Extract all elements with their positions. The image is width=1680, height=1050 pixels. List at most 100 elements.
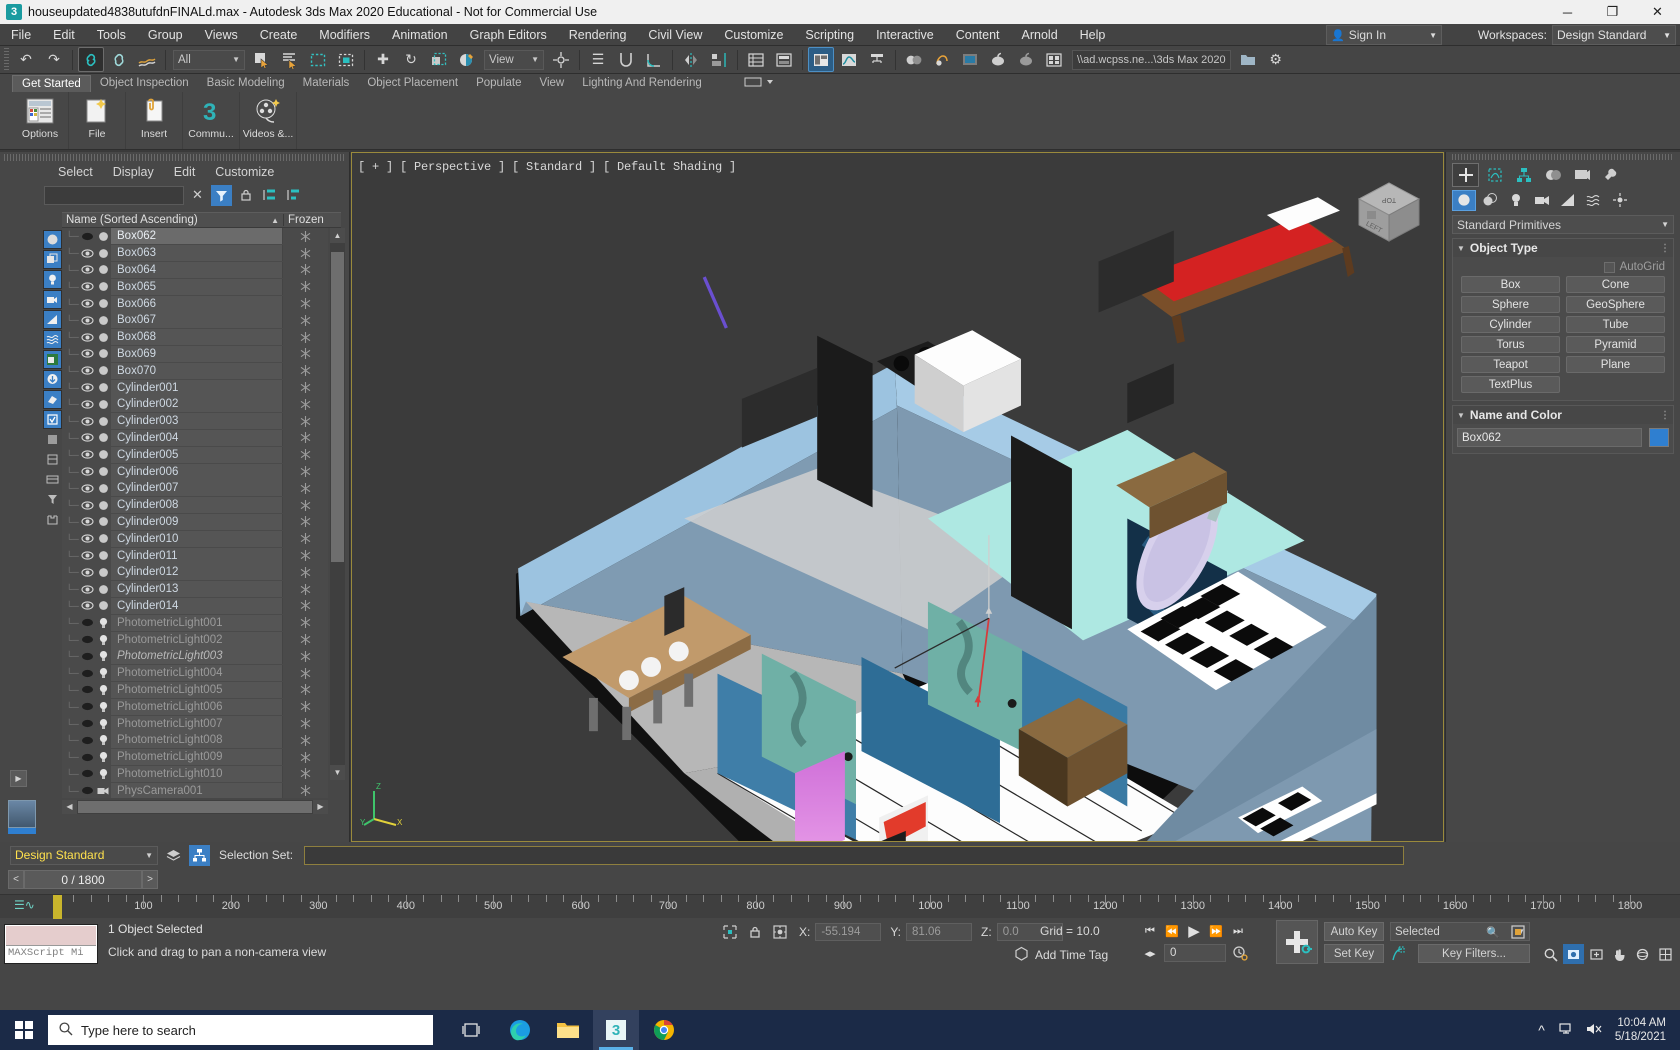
ribbon-button-insert[interactable]: Insert bbox=[126, 92, 183, 149]
unfreeze-icon[interactable] bbox=[43, 450, 62, 469]
explorer-row-name[interactable]: PhotometricLight007 bbox=[111, 715, 282, 732]
explorer-row[interactable]: └─ Cylinder012 bbox=[62, 564, 328, 581]
explorer-row-name[interactable]: PhotometricLight002 bbox=[111, 631, 282, 648]
volume-muted-icon[interactable] bbox=[1585, 1021, 1603, 1040]
select-scale-icon[interactable] bbox=[426, 47, 452, 72]
ribbon-tab-materials[interactable]: Materials bbox=[294, 75, 359, 92]
frozen-cell[interactable] bbox=[282, 245, 328, 262]
frozen-cell[interactable] bbox=[282, 698, 328, 715]
explorer-row-name[interactable]: Cylinder008 bbox=[111, 497, 282, 514]
explorer-row-name[interactable]: Cylinder012 bbox=[111, 564, 282, 581]
rendered-frame-icon[interactable] bbox=[957, 47, 983, 72]
frozen-cell[interactable] bbox=[282, 261, 328, 278]
menu-help[interactable]: Help bbox=[1069, 24, 1117, 46]
systems-category[interactable] bbox=[1608, 190, 1632, 211]
explorer-row-name[interactable]: Box062 bbox=[111, 228, 282, 245]
frozen-cell[interactable] bbox=[282, 597, 328, 614]
explorer-row[interactable]: └─ Box067 bbox=[62, 312, 328, 329]
eye-visible-icon[interactable] bbox=[80, 584, 95, 595]
scroll-left-icon[interactable]: ◀ bbox=[62, 800, 77, 814]
explorer-row[interactable]: └─ Cylinder001 bbox=[62, 379, 328, 396]
ribbon-tab-object-inspection[interactable]: Object Inspection bbox=[91, 75, 198, 92]
bind-space-warp-icon[interactable] bbox=[134, 47, 160, 72]
explorer-row[interactable]: └─ PhotometricLight010 bbox=[62, 765, 328, 783]
object-name-input[interactable] bbox=[1457, 428, 1642, 447]
sort-ascending-icon[interactable]: ▲ bbox=[271, 216, 283, 225]
explorer-menu-edit[interactable]: Edit bbox=[164, 163, 206, 181]
set-key-button[interactable]: Set Key bbox=[1324, 944, 1384, 963]
ribbon-button-options[interactable]: Options bbox=[12, 92, 69, 149]
frozen-cell[interactable] bbox=[282, 665, 328, 682]
eye-visible-icon[interactable] bbox=[80, 399, 95, 410]
eye-hidden-icon[interactable] bbox=[80, 785, 95, 796]
explorer-row-name[interactable]: Box069 bbox=[111, 345, 282, 362]
explorer-row-name[interactable]: Cylinder003 bbox=[111, 413, 282, 430]
perspective-viewport[interactable]: [ + ] [ Perspective ] [ Standard ] [ Def… bbox=[351, 152, 1444, 842]
reference-coord-dropdown[interactable]: View ▼ bbox=[484, 49, 544, 70]
set-keys-button[interactable] bbox=[1276, 920, 1318, 964]
mirror-icon[interactable] bbox=[678, 47, 704, 72]
groups-filter-icon[interactable] bbox=[42, 350, 62, 369]
eye-visible-icon[interactable] bbox=[80, 348, 95, 359]
eye-visible-icon[interactable] bbox=[80, 550, 95, 561]
zoom-region-icon[interactable] bbox=[1586, 944, 1607, 964]
explorer-row[interactable]: └─ Box062 bbox=[62, 228, 328, 245]
frozen-cell[interactable] bbox=[282, 480, 328, 497]
selection-filter-dropdown[interactable]: All ▼ bbox=[173, 49, 245, 70]
explorer-row-name[interactable]: Cylinder013 bbox=[111, 581, 282, 598]
eye-hidden-icon[interactable] bbox=[80, 231, 95, 242]
key-filters-button[interactable]: Key Filters... bbox=[1418, 944, 1530, 963]
taskbar-search[interactable]: Type here to search bbox=[48, 1015, 433, 1045]
3dsmax-icon[interactable]: 3 bbox=[593, 1010, 639, 1050]
selection-region-icon[interactable] bbox=[720, 922, 740, 942]
explorer-row-name[interactable]: Cylinder006 bbox=[111, 463, 282, 480]
eye-visible-icon[interactable] bbox=[80, 533, 95, 544]
eye-hidden-icon[interactable] bbox=[80, 668, 95, 679]
eye-visible-icon[interactable] bbox=[80, 382, 95, 393]
explorer-row[interactable]: └─ Box064 bbox=[62, 261, 328, 279]
menu-modifiers[interactable]: Modifiers bbox=[308, 24, 381, 46]
render-setup-icon[interactable] bbox=[929, 47, 955, 72]
curve-editor-icon[interactable] bbox=[836, 47, 862, 72]
frozen-cell[interactable] bbox=[282, 614, 328, 631]
explorer-row[interactable]: └─ Cylinder005 bbox=[62, 446, 328, 463]
project-path-box[interactable]: \\ad.wcpss.ne...\3ds Max 2020 bbox=[1072, 49, 1231, 70]
object-button-tube[interactable]: Tube bbox=[1566, 316, 1665, 333]
menu-scripting[interactable]: Scripting bbox=[794, 24, 865, 46]
eye-visible-icon[interactable] bbox=[80, 332, 95, 343]
explorer-row-name[interactable]: PhotometricLight010 bbox=[111, 765, 282, 782]
clear-search-icon[interactable]: ✕ bbox=[187, 185, 208, 206]
rect-select-icon[interactable] bbox=[305, 47, 331, 72]
geometry-filter-icon[interactable] bbox=[42, 250, 62, 269]
absolute-relative-toggle-icon[interactable] bbox=[770, 922, 790, 942]
explorer-row-name[interactable]: PhotometricLight004 bbox=[111, 665, 282, 682]
bone-filter-icon[interactable] bbox=[42, 390, 62, 409]
explorer-row-name[interactable]: Cylinder007 bbox=[111, 480, 282, 497]
search-icon[interactable]: 🔍 bbox=[1483, 922, 1503, 942]
eye-hidden-icon[interactable] bbox=[80, 651, 95, 662]
frozen-cell[interactable] bbox=[282, 732, 328, 749]
render-production-icon[interactable] bbox=[985, 47, 1011, 72]
menu-views[interactable]: Views bbox=[194, 24, 249, 46]
frozen-cell[interactable] bbox=[282, 446, 328, 463]
scroll-up-icon[interactable]: ▲ bbox=[330, 228, 345, 243]
select-move-icon[interactable]: ✚ bbox=[370, 47, 396, 72]
window-crossing-icon[interactable] bbox=[333, 47, 359, 72]
current-frame-display[interactable]: 0 / 1800 bbox=[24, 870, 142, 889]
ribbon-tab-basic-modeling[interactable]: Basic Modeling bbox=[198, 75, 294, 92]
eye-visible-icon[interactable] bbox=[80, 365, 95, 376]
ribbon-button-community[interactable]: 3 Commu... bbox=[183, 92, 240, 149]
explorer-menu-display[interactable]: Display bbox=[103, 163, 164, 181]
task-view-icon[interactable] bbox=[449, 1010, 495, 1050]
lights-category[interactable] bbox=[1504, 190, 1528, 211]
explorer-row-list[interactable]: └─ Box062 └─ Box063 └─ Box064 └─ Box065 └─ Box066… bbox=[62, 228, 328, 798]
explorer-row-name[interactable]: Cylinder002 bbox=[111, 396, 282, 413]
unlink-icon[interactable] bbox=[106, 47, 132, 72]
align-icon[interactable] bbox=[706, 47, 732, 72]
eye-visible-icon[interactable] bbox=[80, 567, 95, 578]
name-and-color-header[interactable]: ▼ Name and Color ⋮ bbox=[1453, 406, 1673, 424]
frozen-cell[interactable] bbox=[282, 429, 328, 446]
object-button-torus[interactable]: Torus bbox=[1461, 336, 1560, 353]
frozen-cell[interactable] bbox=[282, 396, 328, 413]
eye-visible-icon[interactable] bbox=[80, 516, 95, 527]
